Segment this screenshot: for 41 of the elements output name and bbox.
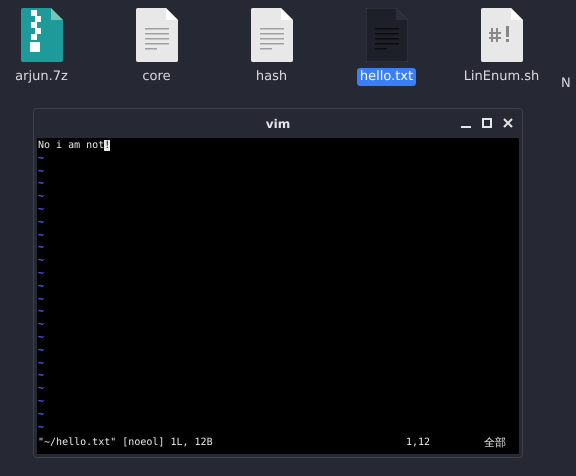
empty-line-marker: ~ xyxy=(38,242,44,254)
file-label[interactable]: hello.txt xyxy=(356,68,416,86)
zip-file-icon xyxy=(20,8,62,62)
close-icon[interactable] xyxy=(502,117,514,129)
empty-line-marker: ~ xyxy=(38,268,44,279)
empty-line-marker: ~ xyxy=(38,344,44,356)
empty-line-marker: ~ xyxy=(38,191,44,202)
text-file-icon xyxy=(136,8,178,62)
status-message: "~/hello.txt" [noeol] 1L, 12B xyxy=(38,437,214,450)
text-file-icon xyxy=(250,8,292,62)
file-label[interactable]: core xyxy=(139,68,174,86)
file-label[interactable]: N xyxy=(558,75,574,92)
cursor-position: 1,12 xyxy=(406,437,432,450)
text-file-icon xyxy=(366,8,408,62)
empty-line-marker: ~ xyxy=(38,230,44,241)
script-file-icon xyxy=(480,8,522,62)
empty-line-marker: ~ xyxy=(38,306,44,318)
empty-line-marker: ~ xyxy=(38,216,44,228)
empty-line-marker: ~ xyxy=(38,396,44,407)
empty-line-marker: ~ xyxy=(38,358,44,369)
text-line: No i am not xyxy=(38,140,104,151)
maximize-icon[interactable] xyxy=(481,117,493,129)
empty-line-marker: ~ xyxy=(38,178,44,190)
empty-line-marker: ~ xyxy=(38,166,44,177)
empty-line-marker: ~ xyxy=(38,319,44,330)
empty-line-marker: ~ xyxy=(38,332,44,343)
empty-line-marker: ~ xyxy=(38,370,44,382)
file-label[interactable]: hash xyxy=(252,68,290,86)
file-label[interactable]: LinEnum.sh xyxy=(460,68,542,86)
empty-line-marker: ~ xyxy=(38,280,44,292)
empty-line-marker: ~ xyxy=(38,152,44,164)
window-title: vim xyxy=(266,116,290,130)
empty-line-marker: ~ xyxy=(38,255,44,266)
scroll-indicator: 全部 xyxy=(484,437,507,450)
empty-line-marker: ~ xyxy=(38,204,44,215)
file-label[interactable]: arjun.7z xyxy=(12,68,71,86)
text-cursor: ! xyxy=(104,140,110,151)
empty-line-marker: ~ xyxy=(38,422,44,433)
empty-line-marker: ~ xyxy=(38,408,44,420)
empty-line-marker: ~ xyxy=(38,294,44,305)
empty-line-marker: ~ xyxy=(38,383,44,394)
